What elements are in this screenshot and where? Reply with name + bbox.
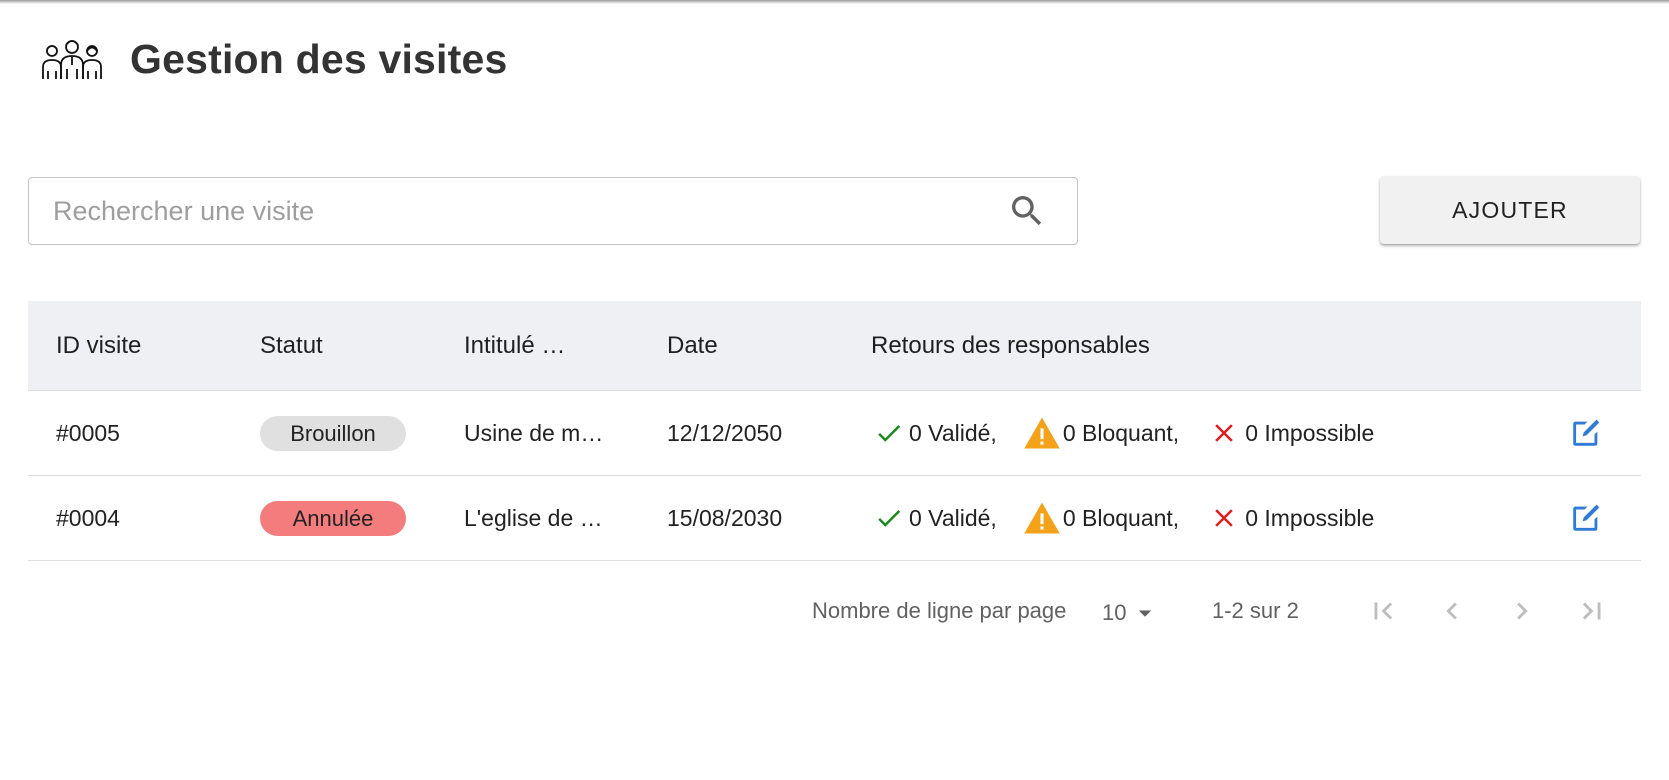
- status-badge: Brouillon: [260, 415, 406, 451]
- impossible-count-label: 0 Impossible: [1245, 504, 1375, 531]
- people-group-icon: [42, 40, 102, 79]
- add-visit-button[interactable]: AJOUTER: [1380, 176, 1640, 244]
- caret-down-icon: [1139, 610, 1152, 617]
- check-icon: [878, 509, 901, 527]
- visit-date: 12/12/2050: [667, 419, 783, 446]
- rows-per-page-value: 10: [1102, 600, 1127, 625]
- search-input[interactable]: [29, 178, 1007, 244]
- feedback-summary: 0 Validé, 0 Bloquant, 0 Impossible: [871, 416, 1374, 450]
- valid-count: 0 Validé,: [871, 418, 997, 448]
- visit-date: 15/08/2030: [667, 504, 783, 531]
- blocking-count-label: 0 Bloquant,: [1062, 419, 1180, 446]
- status-cell: Annulée: [260, 500, 406, 536]
- warning-icon: [1024, 502, 1060, 534]
- valid-count-label: 0 Validé,: [909, 504, 997, 531]
- impossible-count: 0 Impossible: [1209, 503, 1374, 533]
- blocking-count: 0 Bloquant,: [1023, 416, 1179, 450]
- visit-title: L'eglise de …: [464, 504, 603, 531]
- column-header-status[interactable]: Statut: [260, 332, 323, 360]
- pagination: Nombre de ligne par page 10 1-2 sur 2: [0, 590, 1669, 632]
- page-title: Gestion des visites: [130, 35, 508, 82]
- feedback-summary: 0 Validé, 0 Bloquant, 0 Impossible: [871, 501, 1374, 535]
- column-header-id[interactable]: ID visite: [56, 332, 141, 360]
- status-badge: Annulée: [260, 500, 406, 536]
- edit-icon[interactable]: [1569, 501, 1603, 535]
- status-cell: Brouillon: [260, 415, 406, 451]
- search-field[interactable]: [28, 177, 1078, 245]
- valid-count-label: 0 Validé,: [909, 419, 997, 446]
- visit-id: #0005: [56, 419, 120, 446]
- rows-per-page-select[interactable]: 10: [1102, 598, 1160, 628]
- page-range: 1-2 sur 2: [1212, 598, 1299, 623]
- table-row[interactable]: #0005 Brouillon Usine de m… 12/12/2050 0…: [28, 391, 1641, 476]
- visit-id: #0004: [56, 504, 120, 531]
- next-page-icon[interactable]: [1505, 594, 1539, 628]
- visits-table: ID visite Statut Intitulé … Date Retours…: [28, 301, 1641, 561]
- blocking-count: 0 Bloquant,: [1023, 501, 1179, 535]
- previous-page-icon[interactable]: [1435, 594, 1469, 628]
- rows-per-page-label: Nombre de ligne par page: [812, 598, 1067, 623]
- impossible-count: 0 Impossible: [1209, 418, 1374, 448]
- close-icon: [1215, 509, 1233, 527]
- first-page-icon[interactable]: [1366, 594, 1400, 628]
- top-shadow: [0, 0, 1669, 4]
- edit-icon[interactable]: [1569, 416, 1603, 450]
- column-header-date[interactable]: Date: [667, 332, 718, 360]
- column-header-title[interactable]: Intitulé …: [464, 332, 614, 360]
- column-header-feedback[interactable]: Retours des responsables: [871, 332, 1150, 360]
- last-page-icon[interactable]: [1575, 594, 1609, 628]
- table-header: ID visite Statut Intitulé … Date Retours…: [28, 301, 1641, 391]
- blocking-count-label: 0 Bloquant,: [1062, 504, 1180, 531]
- valid-count: 0 Validé,: [871, 503, 997, 533]
- impossible-count-label: 0 Impossible: [1245, 419, 1375, 446]
- table-row[interactable]: #0004 Annulée L'eglise de … 15/08/2030 0…: [28, 476, 1641, 561]
- page-header: Gestion des visites: [40, 34, 508, 84]
- close-icon: [1215, 424, 1233, 442]
- check-icon: [878, 424, 901, 442]
- warning-icon: [1024, 417, 1060, 449]
- search-icon[interactable]: [1007, 191, 1047, 231]
- visit-title: Usine de m…: [464, 419, 604, 446]
